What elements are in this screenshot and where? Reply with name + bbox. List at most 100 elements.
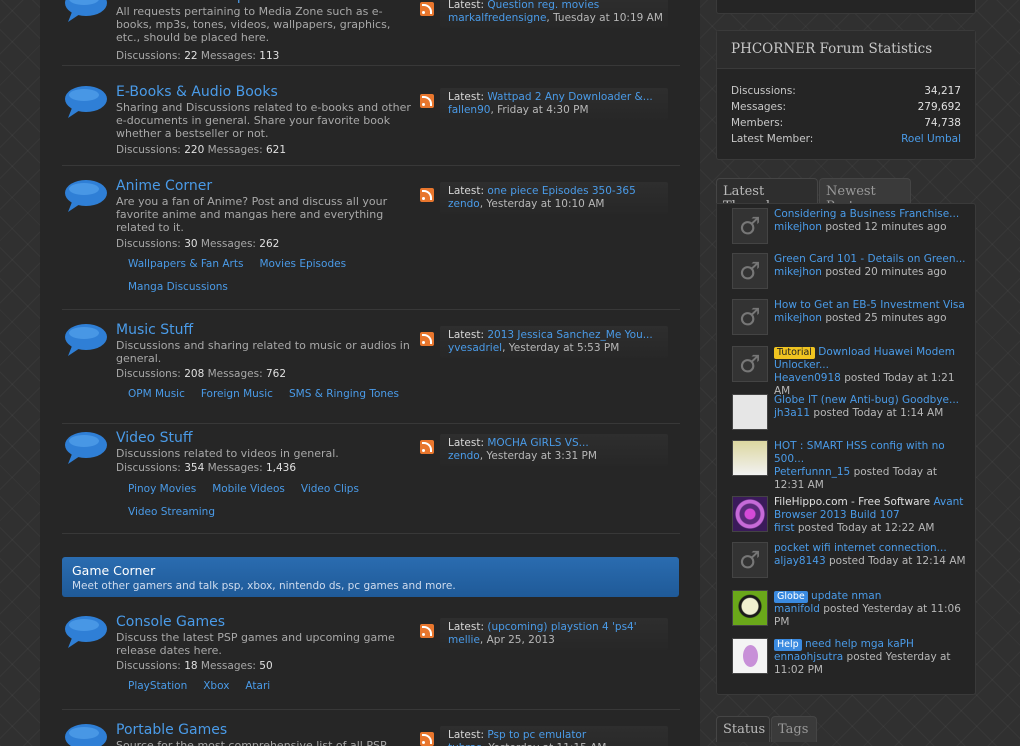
- forum-bubble-icon: [64, 430, 110, 466]
- thread-title-link[interactable]: HOT : SMART HSS config with no 500...: [774, 440, 945, 465]
- tab-newest-post[interactable]: Newest Post: [819, 178, 911, 214]
- avatar[interactable]: [732, 496, 768, 532]
- avatar[interactable]: [732, 440, 768, 476]
- stat-value[interactable]: Roel Umbal: [901, 133, 961, 145]
- messages-count: 262: [259, 238, 280, 250]
- thread-author-link[interactable]: ennaohjsutra: [774, 651, 843, 663]
- latest-thread-link[interactable]: (upcoming) playstion 4 'ps4': [487, 621, 636, 633]
- tab-latest-thread[interactable]: Latest Thread: [716, 178, 818, 214]
- avatar[interactable]: ♂: [732, 346, 768, 382]
- latest-thread-link[interactable]: one piece Episodes 350-365: [487, 185, 635, 197]
- subforum-row: Manga Discussions: [128, 281, 244, 293]
- thread-author-link[interactable]: first: [774, 522, 795, 534]
- subforum-link[interactable]: PlayStation: [128, 680, 187, 692]
- thread-author-link[interactable]: Heaven0918: [774, 372, 841, 384]
- rss-feed-icon[interactable]: [420, 2, 434, 16]
- latest-user-link[interactable]: markalfredensigne: [448, 12, 546, 24]
- avatar[interactable]: [732, 638, 768, 674]
- thread-author-link[interactable]: Peterfunnn_15: [774, 466, 850, 478]
- thread-title-link[interactable]: Green Card 101 - Details on Green...: [774, 253, 966, 265]
- forum-node-description: All requests pertaining to Media Zone su…: [116, 5, 391, 44]
- avatar[interactable]: ♂: [732, 542, 768, 578]
- latest-thread-link[interactable]: 2013 Jessica Sanchez_Me You...: [487, 329, 652, 341]
- thread-author-link[interactable]: mikejhon: [774, 221, 822, 233]
- subforum-link[interactable]: Video Streaming: [128, 506, 215, 518]
- latest-user-link[interactable]: yvesadriel: [448, 342, 502, 354]
- subforum-link[interactable]: Xbox: [203, 680, 229, 692]
- forum-bubble-icon: [64, 722, 110, 746]
- thread-prefix-badge: Help: [774, 639, 802, 651]
- avatar[interactable]: [732, 590, 768, 626]
- avatar[interactable]: ♂: [732, 253, 768, 289]
- discussions-label: Discussions:: [116, 660, 181, 672]
- subforum-link[interactable]: Atari: [245, 680, 270, 692]
- latest-thread-link[interactable]: Wattpad 2 Any Downloader &...: [487, 91, 652, 103]
- subforum-link[interactable]: OPM Music: [128, 388, 185, 400]
- thread-author-link[interactable]: mikejhon: [774, 266, 822, 278]
- rss-feed-icon[interactable]: [420, 624, 434, 638]
- thread-text: Globe update nman manifold posted Yesterd…: [774, 590, 966, 629]
- latest-label: Latest:: [448, 185, 484, 197]
- discussions-count: 220: [184, 144, 205, 156]
- discussions-count: 30: [184, 238, 198, 250]
- category-header-game-corner[interactable]: Game Corner Meet other gamers and talk p…: [62, 557, 679, 597]
- latest-thread-item: ♂ Green Card 101 - Details on Green... mik…: [732, 253, 972, 297]
- subforum-link[interactable]: Video Clips: [301, 483, 359, 495]
- latest-thread-link[interactable]: Question reg. movies: [487, 0, 599, 11]
- latest-user-link[interactable]: zendo: [448, 198, 480, 210]
- forum-node-title[interactable]: E-Books & Audio Books: [116, 84, 278, 100]
- thread-text: pocket wifi internet connection... aljay8…: [774, 542, 966, 568]
- rss-feed-icon[interactable]: [420, 732, 434, 746]
- subforum-link[interactable]: Pinoy Movies: [128, 483, 196, 495]
- latest-user-link[interactable]: tubras: [448, 742, 482, 746]
- forum-node-title[interactable]: Video Stuff: [116, 430, 193, 446]
- thread-meta: posted 25 minutes ago: [825, 312, 947, 324]
- rss-feed-icon[interactable]: [420, 94, 434, 108]
- discussions-count: 22: [184, 50, 198, 62]
- forum-node-stats: Discussions: 354 Messages: 1,436: [116, 462, 296, 474]
- latest-thread-item: Globe update nman manifold posted Yesterd…: [732, 590, 972, 634]
- rss-feed-icon[interactable]: [420, 188, 434, 202]
- thread-prefix-badge: FileHippo.com - Free Software: [774, 496, 931, 508]
- thread-author-link[interactable]: jh3a11: [774, 407, 810, 419]
- subforum-link[interactable]: Movies Episodes: [259, 258, 346, 270]
- thread-title-link[interactable]: Globe IT (new Anti-bug) Goodbye...: [774, 394, 959, 406]
- avatar[interactable]: [732, 394, 768, 430]
- subforum-link[interactable]: Wallpapers & Fan Arts: [128, 258, 243, 270]
- latest-label: Latest:: [448, 621, 484, 633]
- latest-label: Latest:: [448, 437, 484, 449]
- forum-node-title[interactable]: Media Corner Request: [116, 0, 271, 4]
- forum-node-title[interactable]: Music Stuff: [116, 322, 193, 338]
- rss-feed-icon[interactable]: [420, 332, 434, 346]
- latest-user-link[interactable]: zendo: [448, 450, 480, 462]
- thread-author-link[interactable]: manifold: [774, 603, 820, 615]
- subforum-link[interactable]: SMS & Ringing Tones: [289, 388, 399, 400]
- forum-node-title[interactable]: Anime Corner: [116, 178, 212, 194]
- category-title[interactable]: Game Corner: [72, 563, 669, 578]
- latest-thread-link[interactable]: MOCHA GIRLS VS...: [487, 437, 588, 449]
- latest-user-link[interactable]: mellie: [448, 634, 480, 646]
- subforum-link[interactable]: Foreign Music: [201, 388, 273, 400]
- tab-tags[interactable]: Tags: [771, 716, 817, 742]
- subforum-link[interactable]: Mobile Videos: [212, 483, 285, 495]
- thread-title-link[interactable]: pocket wifi internet connection...: [774, 542, 947, 554]
- thread-author-link[interactable]: aljay8143: [774, 555, 826, 567]
- subforum-link[interactable]: Manga Discussions: [128, 281, 228, 293]
- discussions-label: Discussions:: [116, 50, 181, 62]
- latest-thread-link[interactable]: Psp to pc emulator: [487, 729, 586, 741]
- latest-post-box: Latest: 2013 Jessica Sanchez_Me You... yv…: [440, 326, 668, 358]
- thread-title-link[interactable]: How to Get an EB-5 Investment Visa: [774, 299, 965, 311]
- latest-user-link[interactable]: fallen90: [448, 104, 490, 116]
- forum-node-title[interactable]: Portable Games: [116, 722, 227, 738]
- forum-node-title[interactable]: Console Games: [116, 614, 225, 630]
- tab-status[interactable]: Status: [716, 716, 770, 742]
- thread-title-link[interactable]: Considering a Business Franchise...: [774, 208, 959, 220]
- messages-count: 762: [265, 368, 287, 380]
- thread-text: FileHippo.com - Free Software Avant Brow…: [774, 496, 966, 535]
- thread-title-link[interactable]: need help mga kaPH: [805, 638, 914, 650]
- thread-author-link[interactable]: mikejhon: [774, 312, 822, 324]
- avatar[interactable]: ♂: [732, 208, 768, 244]
- thread-title-link[interactable]: update nman: [811, 590, 881, 602]
- avatar[interactable]: ♂: [732, 299, 768, 335]
- rss-feed-icon[interactable]: [420, 440, 434, 454]
